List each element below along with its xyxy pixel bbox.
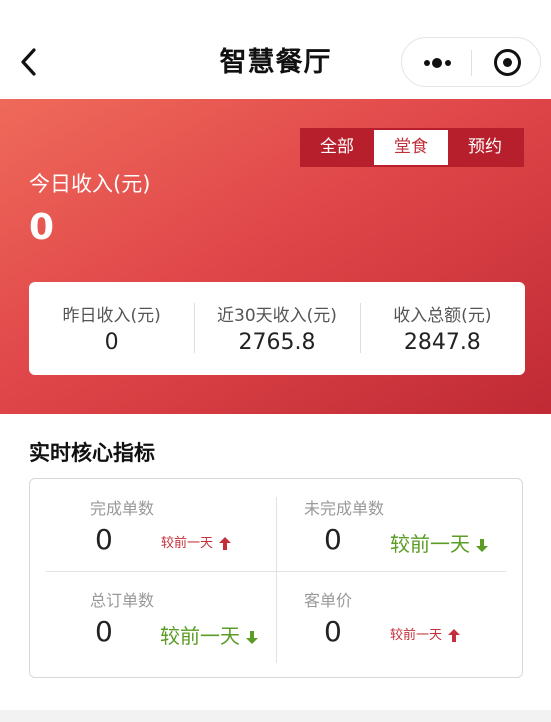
income-summary-card: 昨日收入(元) 0 近30天收入(元) 2765.8 收入总额(元) 2847.…: [29, 282, 525, 375]
close-button[interactable]: [472, 38, 542, 86]
metric-label: 未完成单数: [304, 499, 385, 518]
stat-value: 2847.8: [403, 330, 481, 355]
more-dots-icon-center: [432, 58, 442, 68]
more-button[interactable]: [402, 38, 472, 86]
more-dots-icon-right: [445, 60, 451, 66]
stat-label: 昨日收入(元): [62, 306, 161, 326]
metric-value: 0: [324, 523, 342, 556]
stat-yesterday: 昨日收入(元) 0: [29, 282, 194, 375]
stat-last-30-days: 近30天收入(元) 2765.8: [194, 282, 359, 375]
arrow-down-icon: [476, 539, 488, 552]
metric-incomplete-orders: 未完成单数 0 较前一天: [277, 479, 507, 571]
metric-compare: 较前一天: [161, 532, 232, 551]
today-income-label: 今日收入(元): [29, 172, 151, 196]
stat-value: 0: [104, 330, 119, 355]
mini-program-capsule: [401, 37, 541, 87]
metric-label: 总订单数: [90, 591, 155, 610]
compare-text: 较前一天: [161, 536, 214, 551]
metric-value: 0: [324, 615, 342, 648]
metric-avg-order-value: 客单价 0 较前一天: [277, 571, 507, 663]
today-income-value: 0: [29, 207, 55, 248]
stat-label: 近30天收入(元): [217, 306, 337, 326]
tab-all[interactable]: 全部: [300, 128, 374, 167]
target-circle-icon-dot: [503, 58, 512, 67]
section-title: 实时核心指标: [29, 441, 155, 465]
metric-completed-orders: 完成单数 0 较前一天: [46, 479, 276, 571]
metric-label: 完成单数: [90, 499, 155, 518]
tab-dine-in[interactable]: 堂食: [374, 130, 448, 165]
core-metrics-card: 完成单数 0 较前一天 未完成单数 0 较前一天 总订单数 0 较前一天 客单价…: [29, 478, 523, 678]
compare-text: 较前一天: [390, 628, 443, 643]
bottom-divider-strip: [0, 710, 551, 722]
metric-total-orders: 总订单数 0 较前一天: [46, 571, 276, 663]
more-dots-icon: [424, 60, 430, 66]
arrow-up-icon: [219, 537, 232, 550]
compare-text: 较前一天: [160, 624, 240, 648]
navigation-bar: 智慧餐厅: [0, 0, 551, 99]
metric-compare: 较前一天: [390, 528, 488, 557]
metric-compare: 较前一天: [160, 620, 258, 649]
metric-compare: 较前一天: [390, 624, 461, 643]
metric-value: 0: [95, 615, 113, 648]
stat-label: 收入总额(元): [393, 306, 492, 326]
stat-total: 收入总额(元) 2847.8: [359, 282, 525, 375]
arrow-down-icon: [246, 631, 258, 644]
tab-reservation[interactable]: 预约: [448, 128, 522, 167]
order-type-segmented-control: 全部 堂食 预约: [300, 128, 524, 167]
arrow-up-icon: [448, 629, 461, 642]
compare-text: 较前一天: [390, 532, 470, 556]
metric-value: 0: [95, 523, 113, 556]
stat-value: 2765.8: [238, 330, 316, 355]
metric-label: 客单价: [304, 591, 353, 610]
income-header: 全部 堂食 预约 今日收入(元) 0 昨日收入(元) 0 近30天收入(元) 2…: [0, 99, 551, 414]
